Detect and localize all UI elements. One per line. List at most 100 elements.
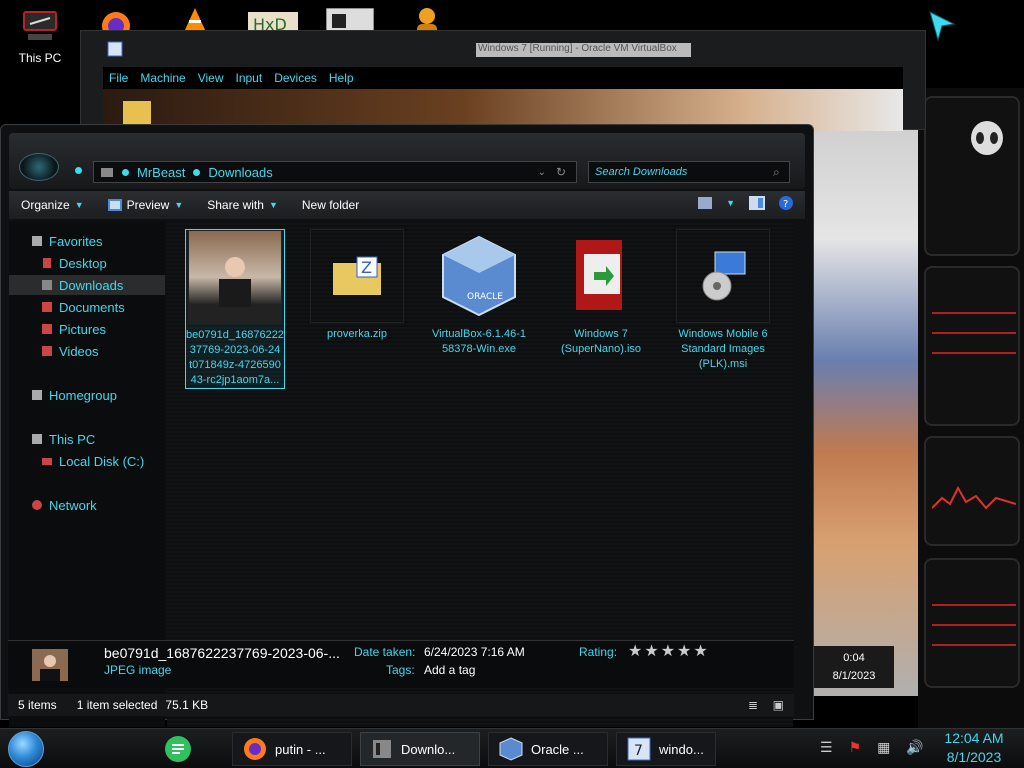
virtualbox-icon xyxy=(499,737,523,761)
dropdown-arrow-icon: ▼ xyxy=(268,200,278,210)
clock-widget: 0:04 8/1/2023 xyxy=(814,646,894,688)
search-input[interactable]: Search Downloads xyxy=(588,161,790,183)
computer-icon xyxy=(32,434,42,444)
nav-desktop-label: Desktop xyxy=(59,255,107,271)
nav-videos[interactable]: Videos xyxy=(9,341,165,361)
menu-file[interactable]: File xyxy=(109,71,128,85)
nav-network-label: Network xyxy=(49,497,97,513)
menu-bar: File Machine View Input Devices Help xyxy=(103,67,903,89)
file-item-jpeg[interactable]: be0791d_16876222 37769-2023-06-24 t07184… xyxy=(185,229,285,389)
this-pc-icon xyxy=(23,11,57,40)
system-tray: ☰ ⚑ ▦ 🔊 xyxy=(820,739,924,756)
dropdown-arrow-icon: ▼ xyxy=(74,200,84,210)
details-view-icon[interactable]: ≣ xyxy=(748,698,758,712)
refresh-icon[interactable]: ↻ xyxy=(556,165,566,179)
folder-path-icon xyxy=(101,168,113,177)
breadcrumb-mrbeast[interactable]: MrBeast xyxy=(137,165,185,180)
address-bar[interactable]: MrBeast Downloads ⌄ ↻ xyxy=(93,161,577,183)
taskbar-clock[interactable]: 12:04 AM 8/1/2023 xyxy=(934,729,1014,767)
nav-desktop[interactable]: Desktop xyxy=(9,253,165,273)
file-item-virtualbox-exe[interactable]: ORACLE VirtualBox-6.1.46-1 58378-Win.exe xyxy=(429,229,529,357)
organize-button[interactable]: Organize ▼ xyxy=(9,191,96,219)
taskbar-button-label: putin - ... xyxy=(275,741,326,757)
nav-documents[interactable]: Documents xyxy=(9,297,165,317)
menu-devices[interactable]: Devices xyxy=(274,71,317,85)
nav-local-disk[interactable]: Local Disk (C:) xyxy=(9,451,165,471)
favorites-icon xyxy=(32,236,42,246)
breadcrumb-separator-icon xyxy=(122,168,129,176)
preview-button[interactable]: Preview ▼ xyxy=(96,191,196,219)
new-folder-button[interactable]: New folder xyxy=(290,191,371,219)
status-bar: 5 items 1 item selected 75.1 KB ≣ ▣ xyxy=(8,694,794,716)
nav-videos-label: Videos xyxy=(59,343,99,359)
date-taken-label: Date taken: xyxy=(354,645,416,659)
file-name-line: 43-rc2jp1aom7a... xyxy=(190,374,280,386)
file-name-line: Standard Images xyxy=(681,343,765,355)
installer-package-icon xyxy=(702,251,746,301)
network-status-icon[interactable]: ▦ xyxy=(877,739,890,756)
svg-text:7: 7 xyxy=(634,743,643,759)
share-with-button[interactable]: Share with ▼ xyxy=(195,191,290,219)
meter-bars-icon xyxy=(932,312,1016,354)
pictures-icon xyxy=(42,324,52,334)
explorer-window: MrBeast Downloads ⌄ ↻ Search Downloads ⌕… xyxy=(0,124,814,727)
flag-icon[interactable]: ⚑ xyxy=(849,739,862,756)
nav-downloads-label: Downloads xyxy=(59,277,124,293)
file-item-zip[interactable]: Z proverka.zip xyxy=(307,229,407,342)
volume-icon[interactable]: 🔊 xyxy=(906,739,923,756)
command-bar: Organize ▼ Preview ▼ Share with ▼ New fo… xyxy=(9,191,805,219)
nav-local-disk-label: Local Disk (C:) xyxy=(59,453,145,469)
desktop-icon-this-pc[interactable]: This PC xyxy=(5,10,75,65)
preview-pane-icon[interactable] xyxy=(749,196,765,210)
nav-downloads[interactable]: Downloads xyxy=(9,275,165,295)
clock-widget-date: 8/1/2023 xyxy=(832,670,876,682)
back-forward-button[interactable] xyxy=(19,153,59,181)
alien-head-icon xyxy=(971,121,1003,155)
exe-thumbnail: ORACLE xyxy=(432,229,526,323)
menu-help[interactable]: Help xyxy=(329,71,354,85)
taskbar-button-label: Oracle ... xyxy=(531,741,584,757)
breadcrumb-separator-icon xyxy=(193,168,201,176)
date-taken-value[interactable]: 6/24/2023 7:16 AM xyxy=(424,645,525,659)
dropdown-arrow-icon: ▼ xyxy=(174,200,184,210)
file-name-line: (PLK).msi xyxy=(698,358,748,370)
nav-homegroup[interactable]: Homegroup xyxy=(9,385,165,405)
file-item-msi[interactable]: Windows Mobile 6 Standard Images (PLK).m… xyxy=(673,229,773,372)
taskbar-time: 12:04 AM xyxy=(944,730,1004,746)
view-dropdown-arrow-icon[interactable]: ▼ xyxy=(726,198,735,208)
clock-widget-time: 0:04 xyxy=(843,652,865,664)
details-pane: be0791d_1687622237769-2023-06-... JPEG i… xyxy=(8,640,794,688)
windows7-vm-icon: 7 xyxy=(627,737,651,761)
nav-this-pc[interactable]: This PC xyxy=(9,429,165,449)
nav-pictures[interactable]: Pictures xyxy=(9,319,165,339)
notes-app-icon[interactable] xyxy=(164,735,192,763)
action-center-icon[interactable]: ☰ xyxy=(820,739,833,756)
taskbar-button-windows7-vm[interactable]: 7 windo... xyxy=(616,732,716,766)
chevron-down-icon[interactable]: ⌄ xyxy=(538,167,546,178)
file-name-line: 37769-2023-06-24 xyxy=(189,344,281,356)
meter-bars-icon xyxy=(932,604,1016,646)
nav-network[interactable]: Network xyxy=(9,495,165,515)
taskbar-button-firefox[interactable]: putin - ... xyxy=(232,732,352,766)
nav-homegroup-label: Homegroup xyxy=(49,387,117,403)
breadcrumb-downloads[interactable]: Downloads xyxy=(208,165,272,180)
new-folder-label: New folder xyxy=(301,198,360,212)
taskbar-button-explorer[interactable]: Downlo... xyxy=(360,732,480,766)
iso-thumbnail xyxy=(554,229,648,323)
help-icon[interactable]: ? xyxy=(779,196,793,210)
menu-machine[interactable]: Machine xyxy=(140,71,185,85)
file-item-iso[interactable]: Windows 7 (SuperNano).iso xyxy=(551,229,651,357)
menu-view[interactable]: View xyxy=(198,71,224,85)
change-view-icon[interactable] xyxy=(698,197,713,209)
menu-input[interactable]: Input xyxy=(236,71,263,85)
tags-value[interactable]: Add a tag xyxy=(424,663,475,677)
search-icon[interactable]: ⌕ xyxy=(773,165,780,180)
downloads-icon xyxy=(42,280,52,290)
taskbar: putin - ... Downlo... Oracle ... 7 windo… xyxy=(0,728,1024,768)
share-with-label: Share with xyxy=(207,198,264,212)
start-button[interactable] xyxy=(8,731,44,767)
nav-favorites[interactable]: Favorites xyxy=(9,231,165,251)
taskbar-button-virtualbox[interactable]: Oracle ... xyxy=(488,732,608,766)
rating-stars[interactable]: ★★★★★ xyxy=(628,641,710,661)
large-icons-view-icon[interactable]: ▣ xyxy=(773,698,784,712)
